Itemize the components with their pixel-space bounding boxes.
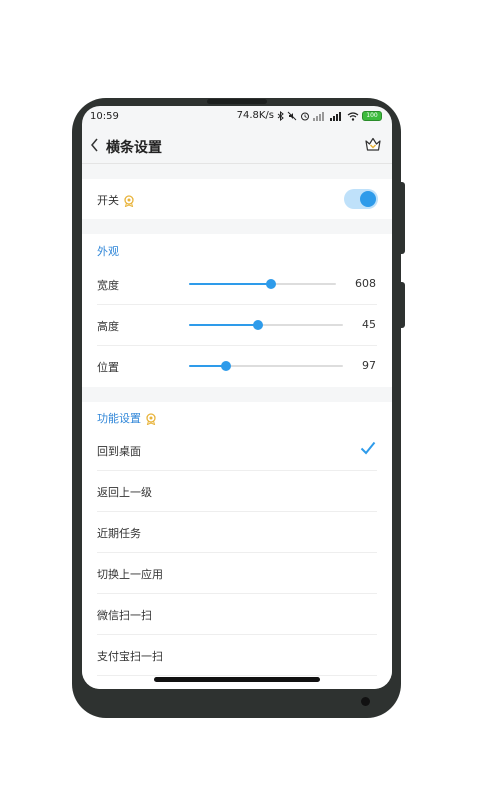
alarm-icon [301,112,309,120]
power-button [399,282,405,328]
height-slider-fill [189,324,259,326]
battery-icon: 100 [362,110,382,121]
height-slider[interactable] [189,320,343,330]
title-divider [82,163,392,164]
function-item-label: 微信扫一扫 [97,609,152,622]
position-slider[interactable] [189,361,343,371]
height-label: 高度 [97,320,119,333]
toggle-knob [360,191,376,207]
width-slider-row: 宽度 608 [82,264,392,304]
switch-card: 开关 [82,179,392,219]
height-slider-thumb[interactable] [253,320,264,330]
bluetooth-icon [277,110,284,121]
appearance-card: 外观 宽度 608 高度 45 位置 97 [82,234,392,387]
title-bar: 横条设置 [82,128,392,164]
back-arrow-icon[interactable] [90,138,100,152]
position-label: 位置 [97,361,119,374]
volume-button [399,182,405,254]
signal-4g-icon [330,111,341,121]
function-card: 功能设置 回到桌面 返回上一级 近期任务 切换上一应用 微信扫一扫 支付宝扫一扫 [82,402,392,689]
vip-badge-icon [146,413,156,425]
width-slider-thumb[interactable] [266,279,277,289]
appearance-section-title: 外观 [97,245,119,258]
function-section-heading: 功能设置 [97,410,157,426]
row-divider [97,675,377,676]
status-bar: 10:59 74.8K/s 100 [82,106,392,128]
mute-icon [287,111,297,120]
height-value: 45 [362,318,376,331]
home-indicator[interactable] [154,677,320,682]
width-value: 608 [355,277,376,290]
position-slider-row: 位置 97 [82,346,392,386]
function-item-back[interactable]: 返回上一级 [82,471,392,511]
net-speed: 74.8K/s [236,110,274,121]
switch-label: 开关 [97,194,119,207]
function-item-label: 返回上一级 [97,486,152,499]
function-item-label: 近期任务 [97,527,141,540]
vip-badge-icon [124,195,134,207]
function-item-alipay-scan[interactable]: 支付宝扫一扫 [82,635,392,675]
checkmark-icon [360,441,376,455]
function-section-title: 功能设置 [97,412,141,425]
switch-row: 开关 [97,192,135,208]
position-slider-thumb[interactable] [220,361,231,371]
function-item-wechat-scan[interactable]: 微信扫一扫 [82,594,392,634]
function-item-label: 切换上一应用 [97,568,163,581]
phone-speaker [207,99,267,104]
phone-sensor [361,697,370,706]
crown-icon[interactable] [364,136,382,152]
width-slider-fill [189,283,272,285]
page-title: 横条设置 [106,140,162,156]
function-item-home[interactable]: 回到桌面 [82,430,392,470]
signal-icon [313,111,324,121]
height-slider-row: 高度 45 [82,305,392,345]
function-item-last-app[interactable]: 切换上一应用 [82,553,392,593]
function-item-label: 支付宝扫一扫 [97,650,163,663]
wifi-icon [347,111,359,121]
width-slider[interactable] [189,279,336,289]
status-icons: 74.8K/s 100 [237,110,382,121]
position-value: 97 [362,359,376,372]
function-item-recents[interactable]: 近期任务 [82,512,392,552]
status-time: 10:59 [90,111,119,122]
phone-screen: 10:59 74.8K/s 100 横条设置 开关 外观 宽度 608 高度 4… [82,106,392,689]
enable-toggle[interactable] [344,189,378,209]
width-label: 宽度 [97,279,119,292]
function-item-label: 回到桌面 [97,445,141,458]
